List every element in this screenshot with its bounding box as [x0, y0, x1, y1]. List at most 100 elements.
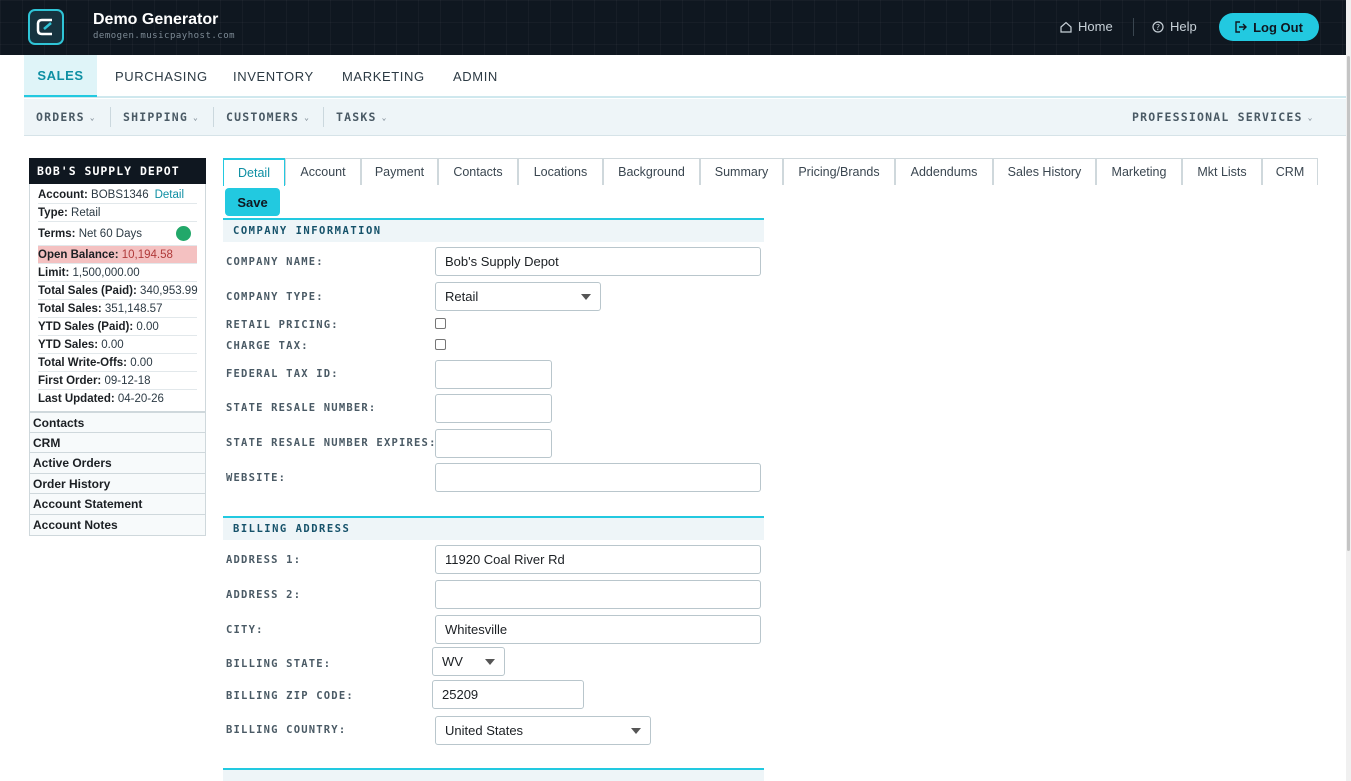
chevron-down-icon: ⌄ — [1307, 112, 1314, 122]
company-type-select[interactable]: Retail — [435, 282, 601, 311]
charge-tax-checkbox[interactable] — [435, 339, 446, 350]
website-input[interactable] — [435, 463, 761, 492]
limit-row: Limit: 1,500,000.00 — [38, 264, 197, 282]
billing-zip-input[interactable]: 25209 — [432, 680, 584, 709]
field-label: Total Write-Offs: — [38, 357, 128, 369]
tab-crm[interactable]: CRM — [1262, 158, 1318, 185]
tab-detail[interactable]: Detail — [223, 158, 285, 186]
tab-account[interactable]: Account — [285, 158, 361, 185]
field-label: Account: — [38, 189, 88, 201]
terms-value: Net 60 Days — [78, 228, 142, 240]
type-value: Retail — [71, 207, 101, 219]
next-section-heading — [223, 768, 764, 781]
federal-tax-id-input[interactable] — [435, 360, 552, 389]
retail-pricing-checkbox[interactable] — [435, 318, 446, 329]
top-bar: Demo Generator demogen.musicpayhost.com … — [0, 0, 1346, 55]
dropdown-arrow-icon — [485, 659, 495, 665]
billing-state-value: WV — [442, 654, 463, 669]
ytd-sales-value: 0.00 — [101, 339, 124, 351]
company-name-input[interactable]: Bob's Supply Depot — [435, 247, 761, 276]
app-logo-icon[interactable] — [28, 9, 64, 45]
account-link-order-history[interactable]: Order History — [29, 473, 206, 495]
tab-sales-history[interactable]: Sales History — [993, 158, 1096, 185]
help-link[interactable]: ? Help — [1152, 19, 1197, 34]
help-label: Help — [1170, 19, 1197, 34]
field-label: Last Updated: — [38, 393, 115, 405]
tab-sales[interactable]: SALES — [24, 55, 97, 97]
logout-label: Log Out — [1253, 19, 1303, 35]
tab-summary[interactable]: Summary — [700, 158, 783, 185]
chevron-down-icon: ⌄ — [381, 112, 388, 122]
tab-pricing-brands[interactable]: Pricing/Brands — [783, 158, 895, 185]
state-resale-expires-input[interactable] — [435, 429, 552, 458]
account-link-active-orders[interactable]: Active Orders — [29, 453, 206, 474]
account-link-crm[interactable]: CRM — [29, 432, 206, 454]
address2-input[interactable] — [435, 580, 761, 609]
subnav-tasks[interactable]: TASKS ⌄ — [336, 110, 388, 124]
state-resale-expires-label: STATE RESALE NUMBER EXPIRES: — [226, 437, 437, 449]
account-link-account-statement[interactable]: Account Statement — [29, 494, 206, 515]
total-sales-paid-value: 340,953.99 — [140, 285, 198, 297]
scrollbar-thumb[interactable] — [1347, 56, 1350, 551]
tab-marketing[interactable]: MARKETING — [342, 55, 425, 97]
dropdown-arrow-icon — [581, 294, 591, 300]
account-link-contacts[interactable]: Contacts — [29, 412, 206, 433]
field-label: Total Sales (Paid): — [38, 285, 137, 297]
billing-state-select[interactable]: WV — [432, 647, 505, 676]
terms-row: Terms: Net 60 Days — [38, 222, 197, 246]
subnav-professional-services[interactable]: PROFESSIONAL SERVICES ⌄ — [1132, 110, 1314, 124]
tab-addendums[interactable]: Addendums — [895, 158, 993, 185]
field-label: Terms: — [38, 228, 76, 240]
total-sales-row: Total Sales: 351,148.57 — [38, 300, 197, 318]
chevron-down-icon: ⌄ — [89, 112, 96, 122]
tab-inventory[interactable]: INVENTORY — [233, 55, 314, 97]
company-info-heading: COMPANY INFORMATION — [223, 218, 764, 242]
help-icon: ? — [1152, 20, 1164, 33]
company-type-value: Retail — [445, 289, 479, 304]
divider — [1133, 18, 1134, 36]
type-row: Type: Retail — [38, 204, 197, 222]
subnav-orders[interactable]: ORDERS ⌄ — [36, 110, 96, 124]
divider — [110, 107, 111, 127]
home-icon — [1060, 21, 1072, 33]
federal-tax-id-label: FEDERAL TAX ID: — [226, 368, 339, 380]
tab-marketing[interactable]: Marketing — [1096, 158, 1182, 185]
tab-locations[interactable]: Locations — [518, 158, 603, 185]
tab-mkt-lists[interactable]: Mkt Lists — [1182, 158, 1262, 185]
city-input[interactable]: Whitesville — [435, 615, 761, 644]
subnav-shipping[interactable]: SHIPPING ⌄ — [123, 110, 199, 124]
open-balance-value: 10,194.58 — [121, 249, 173, 261]
last-updated-row: Last Updated: 04-20-26 — [38, 390, 197, 408]
field-label: Limit: — [38, 267, 70, 279]
tab-background[interactable]: Background — [603, 158, 700, 185]
field-label: Type: — [38, 207, 68, 219]
limit-value: 1,500,000.00 — [72, 267, 140, 279]
dropdown-arrow-icon — [631, 728, 641, 734]
writeoffs-row: Total Write-Offs: 0.00 — [38, 354, 197, 372]
billing-country-select[interactable]: United States — [435, 716, 651, 745]
tab-purchasing[interactable]: PURCHASING — [115, 55, 208, 97]
address1-input[interactable]: 11920 Coal River Rd — [435, 545, 761, 574]
account-row: Account: BOBS1346 Detail — [38, 186, 197, 204]
home-link[interactable]: Home — [1060, 19, 1113, 34]
subnav-customers[interactable]: CUSTOMERS ⌄ — [226, 110, 310, 124]
tab-payment[interactable]: Payment — [361, 158, 438, 185]
main-nav: SALES PURCHASING INVENTORY MARKETING ADM… — [24, 55, 1346, 98]
tab-contacts[interactable]: Contacts — [438, 158, 518, 185]
first-order-row: First Order: 09-12-18 — [38, 372, 197, 390]
state-resale-number-input[interactable] — [435, 394, 552, 423]
app-title: Demo Generator — [93, 11, 219, 28]
logout-button[interactable]: Log Out — [1219, 13, 1319, 41]
tab-admin[interactable]: ADMIN — [453, 55, 498, 97]
account-detail-link[interactable]: Detail — [155, 189, 184, 201]
billing-country-value: United States — [445, 723, 524, 738]
app-subtitle: demogen.musicpayhost.com — [93, 31, 236, 41]
charge-tax-label: CHARGE TAX: — [226, 340, 309, 352]
account-link-account-notes[interactable]: Account Notes — [29, 514, 206, 536]
save-button[interactable]: Save — [225, 188, 280, 216]
account-panel: BOB'S SUPPLY DEPOT Account: BOBS1346 Deta… — [29, 158, 206, 536]
subnav-shipping-label: SHIPPING — [123, 110, 188, 124]
field-label: Open Balance: — [38, 249, 119, 261]
city-label: CITY: — [226, 624, 264, 636]
field-label: YTD Sales (Paid): — [38, 321, 134, 333]
